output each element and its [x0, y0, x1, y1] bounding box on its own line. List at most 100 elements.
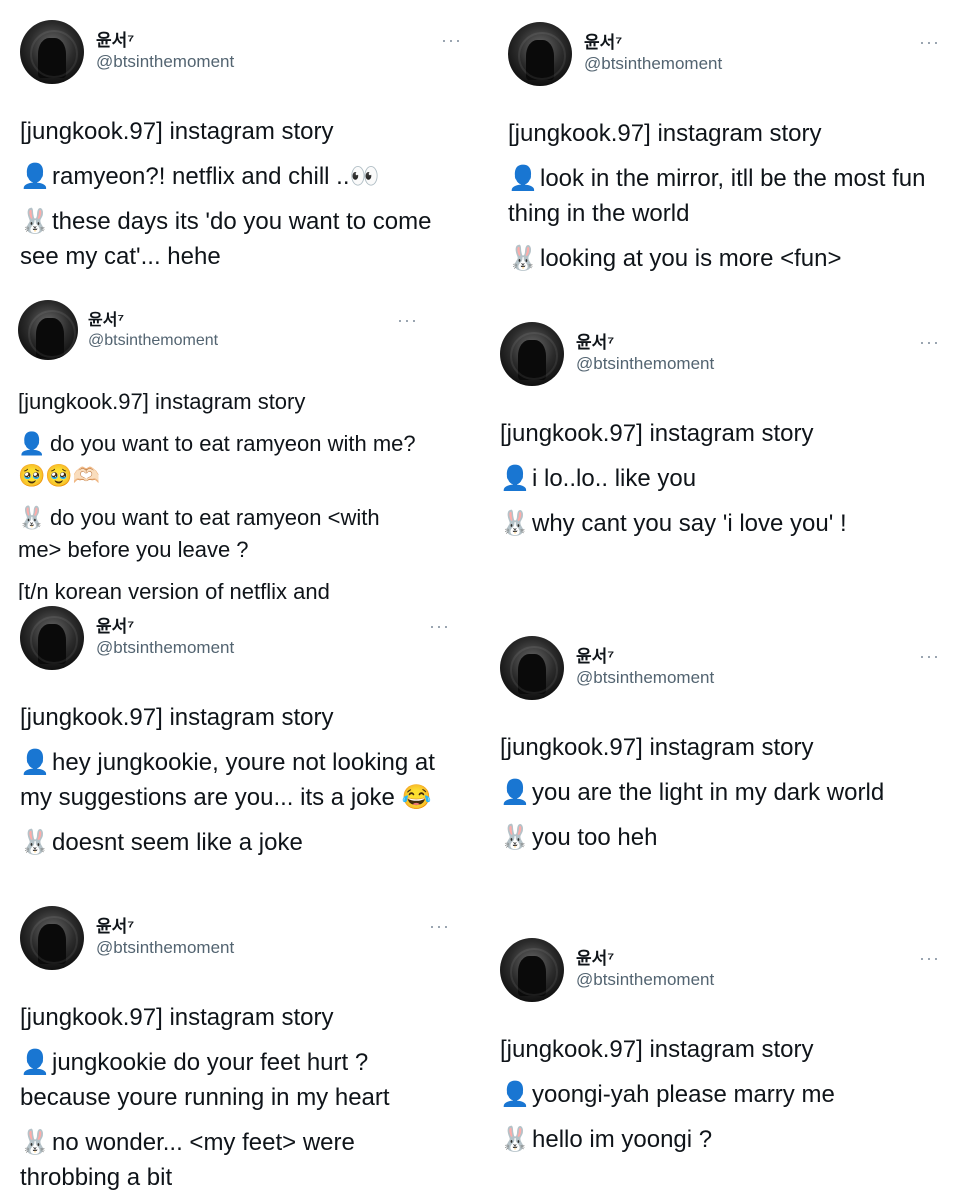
- reply-message-text: looking at you is more <fun>: [540, 245, 842, 272]
- tweet-card[interactable]: 윤서⁷ @btsinthemoment ··· [jungkook.97] in…: [18, 300, 418, 600]
- story-title: [jungkook.97] instagram story: [18, 389, 306, 414]
- reply-message: 🐰why cant you say 'i love you' !: [500, 506, 940, 541]
- reply-message: 🐰you too heh: [500, 820, 940, 855]
- tweet-card[interactable]: 윤서⁷ @btsinthemoment ··· [jungkook.97] in…: [500, 938, 940, 1178]
- user-handle[interactable]: @btsinthemoment: [96, 52, 234, 72]
- tweet-card[interactable]: 윤서⁷ @btsinthemoment ··· [jungkook.97] in…: [500, 636, 940, 876]
- story-title: [jungkook.97] instagram story: [508, 120, 822, 147]
- display-name[interactable]: 윤서⁷: [96, 612, 134, 637]
- more-options-icon[interactable]: ···: [397, 310, 418, 331]
- tweet-text: [jungkook.97] instagram story 👤yoongi-ya…: [500, 1010, 940, 1157]
- more-options-icon[interactable]: ···: [429, 916, 450, 937]
- avatar[interactable]: [20, 906, 84, 970]
- bunny-icon: 🐰: [20, 829, 50, 856]
- tweet-card[interactable]: 윤서⁷ @btsinthemoment ··· [jungkook.97] in…: [20, 906, 450, 1196]
- fan-message-text: you are the light in my dark world: [532, 779, 885, 806]
- tweet-header: 윤서⁷ @btsinthemoment ···: [500, 938, 940, 1010]
- bunny-icon: 🐰: [20, 208, 50, 235]
- reply-message-text: hello im yoongi ?: [532, 1126, 713, 1153]
- person-icon: 👤: [20, 163, 50, 190]
- more-options-icon[interactable]: ···: [919, 32, 940, 53]
- fan-message-text: do you want to eat ramyeon with me? 🥹🥹🫶🏻: [18, 431, 416, 488]
- more-options-icon[interactable]: ···: [919, 332, 940, 353]
- tweet-text: [jungkook.97] instagram story 👤jungkooki…: [20, 978, 450, 1195]
- tweet-header: 윤서⁷ @btsinthemoment ···: [20, 906, 450, 978]
- reply-message-text: doesnt seem like a joke: [52, 829, 303, 856]
- tweet-card[interactable]: 윤서⁷ @btsinthemoment ··· [jungkook.97] in…: [508, 22, 940, 272]
- tweet-text: [jungkook.97] instagram story 👤you are t…: [500, 708, 940, 855]
- user-handle[interactable]: @btsinthemoment: [96, 938, 234, 958]
- story-title: [jungkook.97] instagram story: [500, 734, 814, 761]
- avatar[interactable]: [18, 300, 78, 360]
- user-handle[interactable]: @btsinthemoment: [576, 354, 714, 374]
- story-title: [jungkook.97] instagram story: [500, 1036, 814, 1063]
- user-handle[interactable]: @btsinthemoment: [584, 54, 722, 74]
- fan-message-text: jungkookie do your feet hurt ? because y…: [20, 1049, 390, 1111]
- tweet-text: [jungkook.97] instagram story 👤hey jungk…: [20, 678, 450, 860]
- fan-message-text: ramyeon?! netflix and chill ..👀: [52, 163, 380, 190]
- display-name[interactable]: 윤서⁷: [96, 26, 134, 51]
- person-icon: 👤: [500, 779, 530, 806]
- fan-message: 👤ramyeon?! netflix and chill ..👀: [20, 159, 462, 194]
- story-title: [jungkook.97] instagram story: [20, 118, 334, 145]
- tweet-text: [jungkook.97] instagram story 👤ramyeon?!…: [20, 92, 462, 274]
- reply-message: 🐰these days its 'do you want to come see…: [20, 204, 462, 274]
- display-name[interactable]: 윤서⁷: [584, 28, 622, 53]
- avatar[interactable]: [500, 636, 564, 700]
- user-handle[interactable]: @btsinthemoment: [576, 668, 714, 688]
- story-title: [jungkook.97] instagram story: [20, 1004, 334, 1031]
- tweet-header: 윤서⁷ @btsinthemoment ···: [508, 22, 940, 94]
- reply-message-text: you too heh: [532, 824, 658, 851]
- avatar[interactable]: [20, 606, 84, 670]
- tweet-card[interactable]: 윤서⁷ @btsinthemoment ··· [jungkook.97] in…: [20, 606, 450, 898]
- reply-message-text: no wonder... <my feet> were throbbing a …: [20, 1129, 355, 1191]
- story-title: [jungkook.97] instagram story: [500, 420, 814, 447]
- reply-message: 🐰 do you want to eat ramyeon <with me> be…: [18, 502, 418, 566]
- display-name[interactable]: 윤서⁷: [96, 912, 134, 937]
- fan-message: 👤jungkookie do your feet hurt ? because …: [20, 1045, 450, 1115]
- fan-message: 👤yoongi-yah please marry me: [500, 1077, 940, 1112]
- tweet-header: 윤서⁷ @btsinthemoment ···: [500, 636, 940, 708]
- fan-message-text: hey jungkookie, youre not looking at my …: [20, 749, 435, 811]
- display-name[interactable]: 윤서⁷: [576, 642, 614, 667]
- avatar[interactable]: [20, 20, 84, 84]
- display-name[interactable]: 윤서⁷: [88, 306, 124, 330]
- tweet-card[interactable]: 윤서⁷ @btsinthemoment ··· [jungkook.97] in…: [20, 20, 462, 282]
- bunny-icon: 🐰: [508, 245, 538, 272]
- bunny-icon: 🐰: [500, 510, 530, 537]
- reply-message: 🐰no wonder... <my feet> were throbbing a…: [20, 1125, 450, 1195]
- tweet-text: [jungkook.97] instagram story 👤look in t…: [508, 94, 940, 272]
- reply-message-text: why cant you say 'i love you' !: [532, 510, 847, 537]
- fan-message: 👤look in the mirror, itll be the most fu…: [508, 161, 940, 231]
- fan-message-text: yoongi-yah please marry me: [532, 1081, 835, 1108]
- avatar[interactable]: [500, 322, 564, 386]
- tweet-text: [jungkook.97] instagram story 👤 do you wa…: [18, 372, 418, 600]
- user-handle[interactable]: @btsinthemoment: [576, 970, 714, 990]
- more-options-icon[interactable]: ···: [429, 616, 450, 637]
- fan-message-text: look in the mirror, itll be the most fun…: [508, 165, 926, 227]
- person-icon: 👤: [18, 431, 46, 456]
- fan-message: 👤hey jungkookie, youre not looking at my…: [20, 745, 450, 815]
- user-handle[interactable]: @btsinthemoment: [88, 332, 218, 350]
- person-icon: 👤: [20, 1049, 50, 1076]
- avatar[interactable]: [508, 22, 572, 86]
- user-handle[interactable]: @btsinthemoment: [96, 638, 234, 658]
- translator-note: [t/n korean version of netflix and: [18, 579, 330, 600]
- bunny-icon: 🐰: [500, 1126, 530, 1153]
- more-options-icon[interactable]: ···: [919, 646, 940, 667]
- fan-message: 👤 do you want to eat ramyeon with me? 🥹🥹🫶…: [18, 428, 418, 492]
- bunny-icon: 🐰: [500, 824, 530, 851]
- display-name[interactable]: 윤서⁷: [576, 328, 614, 353]
- reply-message-text: do you want to eat ramyeon <with me> bef…: [18, 505, 380, 562]
- tweet-header: 윤서⁷ @btsinthemoment ···: [18, 300, 418, 372]
- person-icon: 👤: [508, 165, 538, 192]
- more-options-icon[interactable]: ···: [919, 948, 940, 969]
- tweet-header: 윤서⁷ @btsinthemoment ···: [20, 606, 450, 678]
- avatar[interactable]: [500, 938, 564, 1002]
- tweet-card[interactable]: 윤서⁷ @btsinthemoment ··· [jungkook.97] in…: [500, 322, 940, 562]
- bunny-icon: 🐰: [18, 505, 46, 530]
- reply-message: 🐰doesnt seem like a joke: [20, 825, 450, 860]
- more-options-icon[interactable]: ···: [441, 30, 462, 51]
- fan-message: 👤i lo..lo.. like you: [500, 461, 940, 496]
- display-name[interactable]: 윤서⁷: [576, 944, 614, 969]
